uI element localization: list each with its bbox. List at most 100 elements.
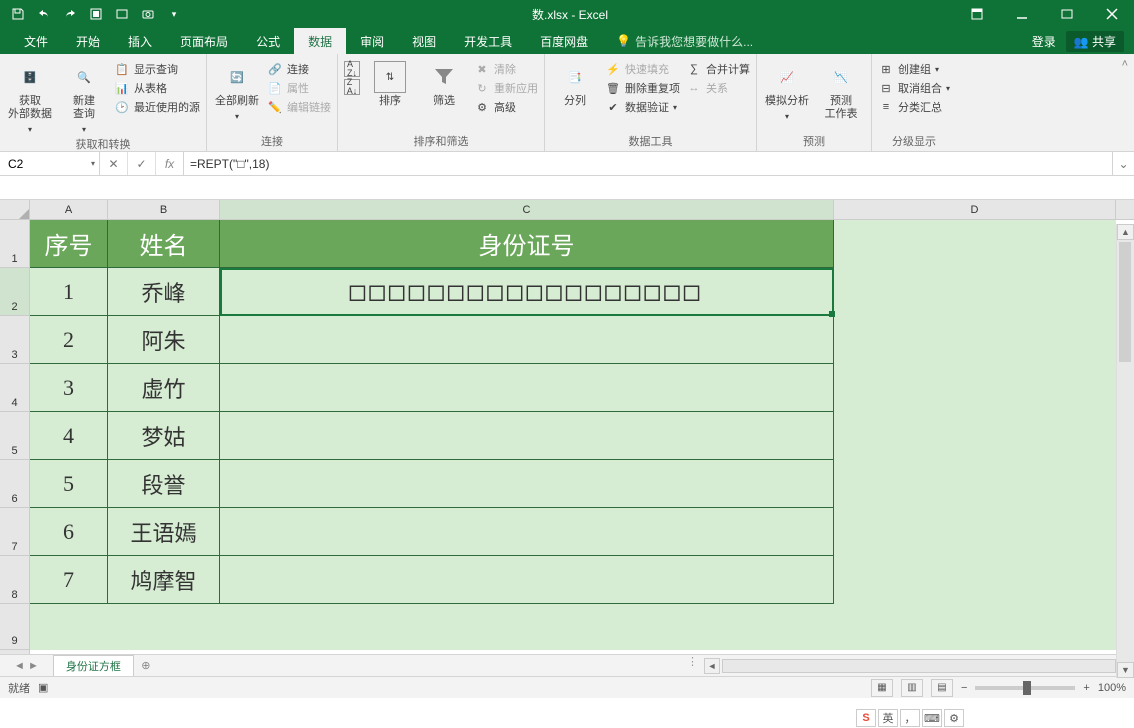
cell-D9[interactable]: [834, 604, 1116, 650]
cell-A6[interactable]: 5: [30, 460, 108, 508]
get-external-data-button[interactable]: 🗄️获取 外部数据▾: [6, 57, 54, 136]
cell-A9[interactable]: [30, 604, 108, 650]
cell-C2[interactable]: □□□□□□□□□□□□□□□□□□: [220, 268, 834, 316]
row-header-2[interactable]: 2: [0, 268, 29, 316]
col-header-C[interactable]: C: [220, 200, 834, 219]
fx-icon[interactable]: fx: [156, 152, 184, 175]
sort-asc-button[interactable]: AZ↓: [344, 61, 360, 77]
save-icon[interactable]: [6, 2, 30, 26]
row-header-3[interactable]: 3: [0, 316, 29, 364]
undo-icon[interactable]: [32, 2, 56, 26]
ime-settings-icon[interactable]: ⚙: [944, 709, 964, 727]
tab-view[interactable]: 视图: [398, 28, 450, 54]
cell-C7[interactable]: [220, 508, 834, 556]
ime-logo-icon[interactable]: S: [856, 709, 876, 727]
cell-C3[interactable]: [220, 316, 834, 364]
forecast-sheet-button[interactable]: 📉预测 工作表: [817, 57, 865, 121]
select-all-corner[interactable]: [0, 200, 29, 220]
relationships-button[interactable]: ↔关系: [686, 80, 750, 96]
cell-B6[interactable]: 段誉: [108, 460, 220, 508]
tab-formulas[interactable]: 公式: [242, 28, 294, 54]
tab-file[interactable]: 文件: [10, 28, 62, 54]
col-header-D[interactable]: D: [834, 200, 1116, 219]
vertical-scrollbar[interactable]: ▲ ▼: [1116, 224, 1134, 678]
cell-D6[interactable]: [834, 460, 1116, 508]
cell-B9[interactable]: [108, 604, 220, 650]
cancel-formula-icon[interactable]: ✕: [100, 152, 128, 175]
cell-D1[interactable]: [834, 220, 1116, 268]
cell-C1[interactable]: 身份证号: [220, 220, 834, 268]
cell-D5[interactable]: [834, 412, 1116, 460]
text-to-columns-button[interactable]: 📑分列: [551, 57, 599, 108]
row-header-7[interactable]: 7: [0, 508, 29, 556]
tab-layout[interactable]: 页面布局: [166, 28, 242, 54]
zoom-slider[interactable]: [975, 686, 1075, 690]
normal-view-icon[interactable]: ▦: [871, 679, 893, 697]
row-header-9[interactable]: 9: [0, 604, 29, 650]
cell-A7[interactable]: 6: [30, 508, 108, 556]
group-button[interactable]: ⊞创建组 ▾: [878, 61, 950, 77]
qat-btn-4[interactable]: [84, 2, 108, 26]
redo-icon[interactable]: [58, 2, 82, 26]
share-button[interactable]: 👥 共享: [1066, 31, 1124, 52]
ime-keyboard-icon[interactable]: ⌨: [922, 709, 942, 727]
zoom-level[interactable]: 100%: [1098, 682, 1126, 694]
ime-lang[interactable]: 英: [878, 709, 898, 727]
scroll-up-icon[interactable]: ▲: [1117, 224, 1134, 240]
ungroup-button[interactable]: ⊟取消组合 ▾: [878, 80, 950, 96]
qat-more-icon[interactable]: ▾: [162, 2, 186, 26]
camera-icon[interactable]: [136, 2, 160, 26]
cell-A2[interactable]: 1: [30, 268, 108, 316]
sheet-nav[interactable]: ◄ ►: [0, 655, 53, 676]
page-break-view-icon[interactable]: ▤: [931, 679, 953, 697]
page-layout-view-icon[interactable]: ▥: [901, 679, 923, 697]
cell-D2[interactable]: [834, 268, 1116, 316]
zoom-out-icon[interactable]: −: [961, 682, 967, 694]
close-icon[interactable]: [1089, 0, 1134, 28]
ribbon-display-icon[interactable]: [954, 0, 999, 28]
scroll-left-icon[interactable]: ◄: [704, 658, 720, 674]
cell-B8[interactable]: 鸠摩智: [108, 556, 220, 604]
tab-review[interactable]: 审阅: [346, 28, 398, 54]
sort-desc-button[interactable]: ZA↓: [344, 79, 360, 95]
cell-D4[interactable]: [834, 364, 1116, 412]
collapse-ribbon-icon[interactable]: ˄: [1122, 58, 1128, 70]
accept-formula-icon[interactable]: ✓: [128, 152, 156, 175]
consolidate-button[interactable]: ∑合并计算: [686, 61, 750, 77]
remove-dups-button[interactable]: 🗑删除重复项: [605, 80, 680, 96]
cell-C5[interactable]: [220, 412, 834, 460]
clear-filter-button[interactable]: ✖清除: [474, 61, 538, 77]
qat-btn-5[interactable]: [110, 2, 134, 26]
edit-links-button[interactable]: ✏️编辑链接: [267, 99, 331, 115]
cell-A8[interactable]: 7: [30, 556, 108, 604]
recent-sources-button[interactable]: 🕑最近使用的源: [114, 99, 200, 115]
subtotal-button[interactable]: ≡分类汇总: [878, 99, 950, 115]
reapply-button[interactable]: ↻重新应用: [474, 80, 538, 96]
cell-C9[interactable]: [220, 604, 834, 650]
cell-C4[interactable]: [220, 364, 834, 412]
chevron-down-icon[interactable]: ▾: [91, 159, 95, 168]
horizontal-scrollbar[interactable]: ◄ ►: [704, 655, 1134, 676]
col-header-B[interactable]: B: [108, 200, 220, 219]
scroll-thumb[interactable]: [1119, 242, 1131, 362]
cell-B3[interactable]: 阿朱: [108, 316, 220, 364]
cell-A3[interactable]: 2: [30, 316, 108, 364]
cell-D3[interactable]: [834, 316, 1116, 364]
macro-record-icon[interactable]: ▣: [38, 681, 48, 694]
cell-B1[interactable]: 姓名: [108, 220, 220, 268]
cell-D8[interactable]: [834, 556, 1116, 604]
tab-data[interactable]: 数据: [294, 28, 346, 54]
tell-me[interactable]: 💡告诉我您想要做什么...: [602, 28, 753, 54]
tab-insert[interactable]: 插入: [114, 28, 166, 54]
cell-D7[interactable]: [834, 508, 1116, 556]
tab-dev[interactable]: 开发工具: [450, 28, 526, 54]
name-box[interactable]: C2▾: [0, 152, 100, 175]
row-header-6[interactable]: 6: [0, 460, 29, 508]
cell-C8[interactable]: [220, 556, 834, 604]
cell-A5[interactable]: 4: [30, 412, 108, 460]
cell-B5[interactable]: 梦姑: [108, 412, 220, 460]
maximize-icon[interactable]: [1044, 0, 1089, 28]
add-sheet-icon[interactable]: ⊕: [134, 655, 158, 676]
cell-B7[interactable]: 王语嫣: [108, 508, 220, 556]
filter-button[interactable]: 筛选: [420, 57, 468, 108]
